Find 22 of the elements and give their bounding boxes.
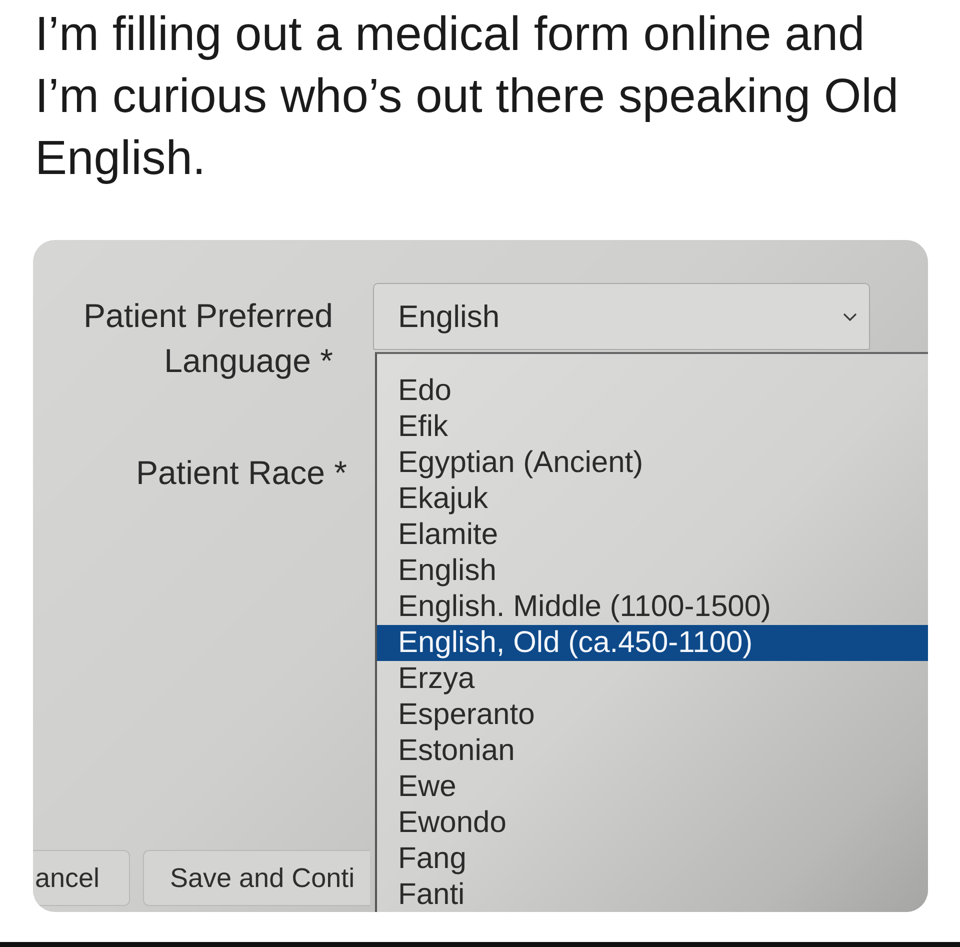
save-button[interactable]: Save and Conti [143, 850, 370, 906]
dropdown-option[interactable]: English [377, 553, 928, 589]
dropdown-option[interactable]: Ewe [377, 769, 928, 805]
dropdown-option[interactable]: Ewondo [377, 805, 928, 841]
dropdown-option[interactable]: English. Middle (1100-1500) [377, 589, 928, 625]
dropdown-option[interactable]: Edo [377, 373, 928, 409]
dropdown-option[interactable]: Ekajuk [377, 481, 928, 517]
post-caption: I’m filling out a medical form online and I’m curious who’s out there speaking Old English. [34, 7, 900, 187]
dropdown-option[interactable]: Erzya [377, 661, 928, 697]
cancel-button[interactable]: ancel [33, 850, 130, 906]
language-select[interactable]: English [373, 283, 870, 350]
field-label: Patient Preferred Language * [82, 296, 333, 381]
dropdown-option[interactable]: English, Old (ca.450-1100) [377, 625, 928, 661]
dropdown-option[interactable]: Estonian [377, 733, 928, 769]
dropdown-option[interactable]: Egyptian (Ancient) [377, 445, 928, 481]
dropdown-option[interactable]: Esperanto [377, 697, 928, 733]
dropdown-option[interactable]: Fanti [377, 877, 928, 912]
chevron-down-icon [843, 312, 857, 320]
dropdown-option[interactable]: Efik [377, 409, 928, 445]
dropdown-option[interactable]: Fang [377, 841, 928, 877]
dropdown-option[interactable]: Elamite [377, 517, 928, 553]
field-label: Patient Race * [135, 453, 347, 493]
